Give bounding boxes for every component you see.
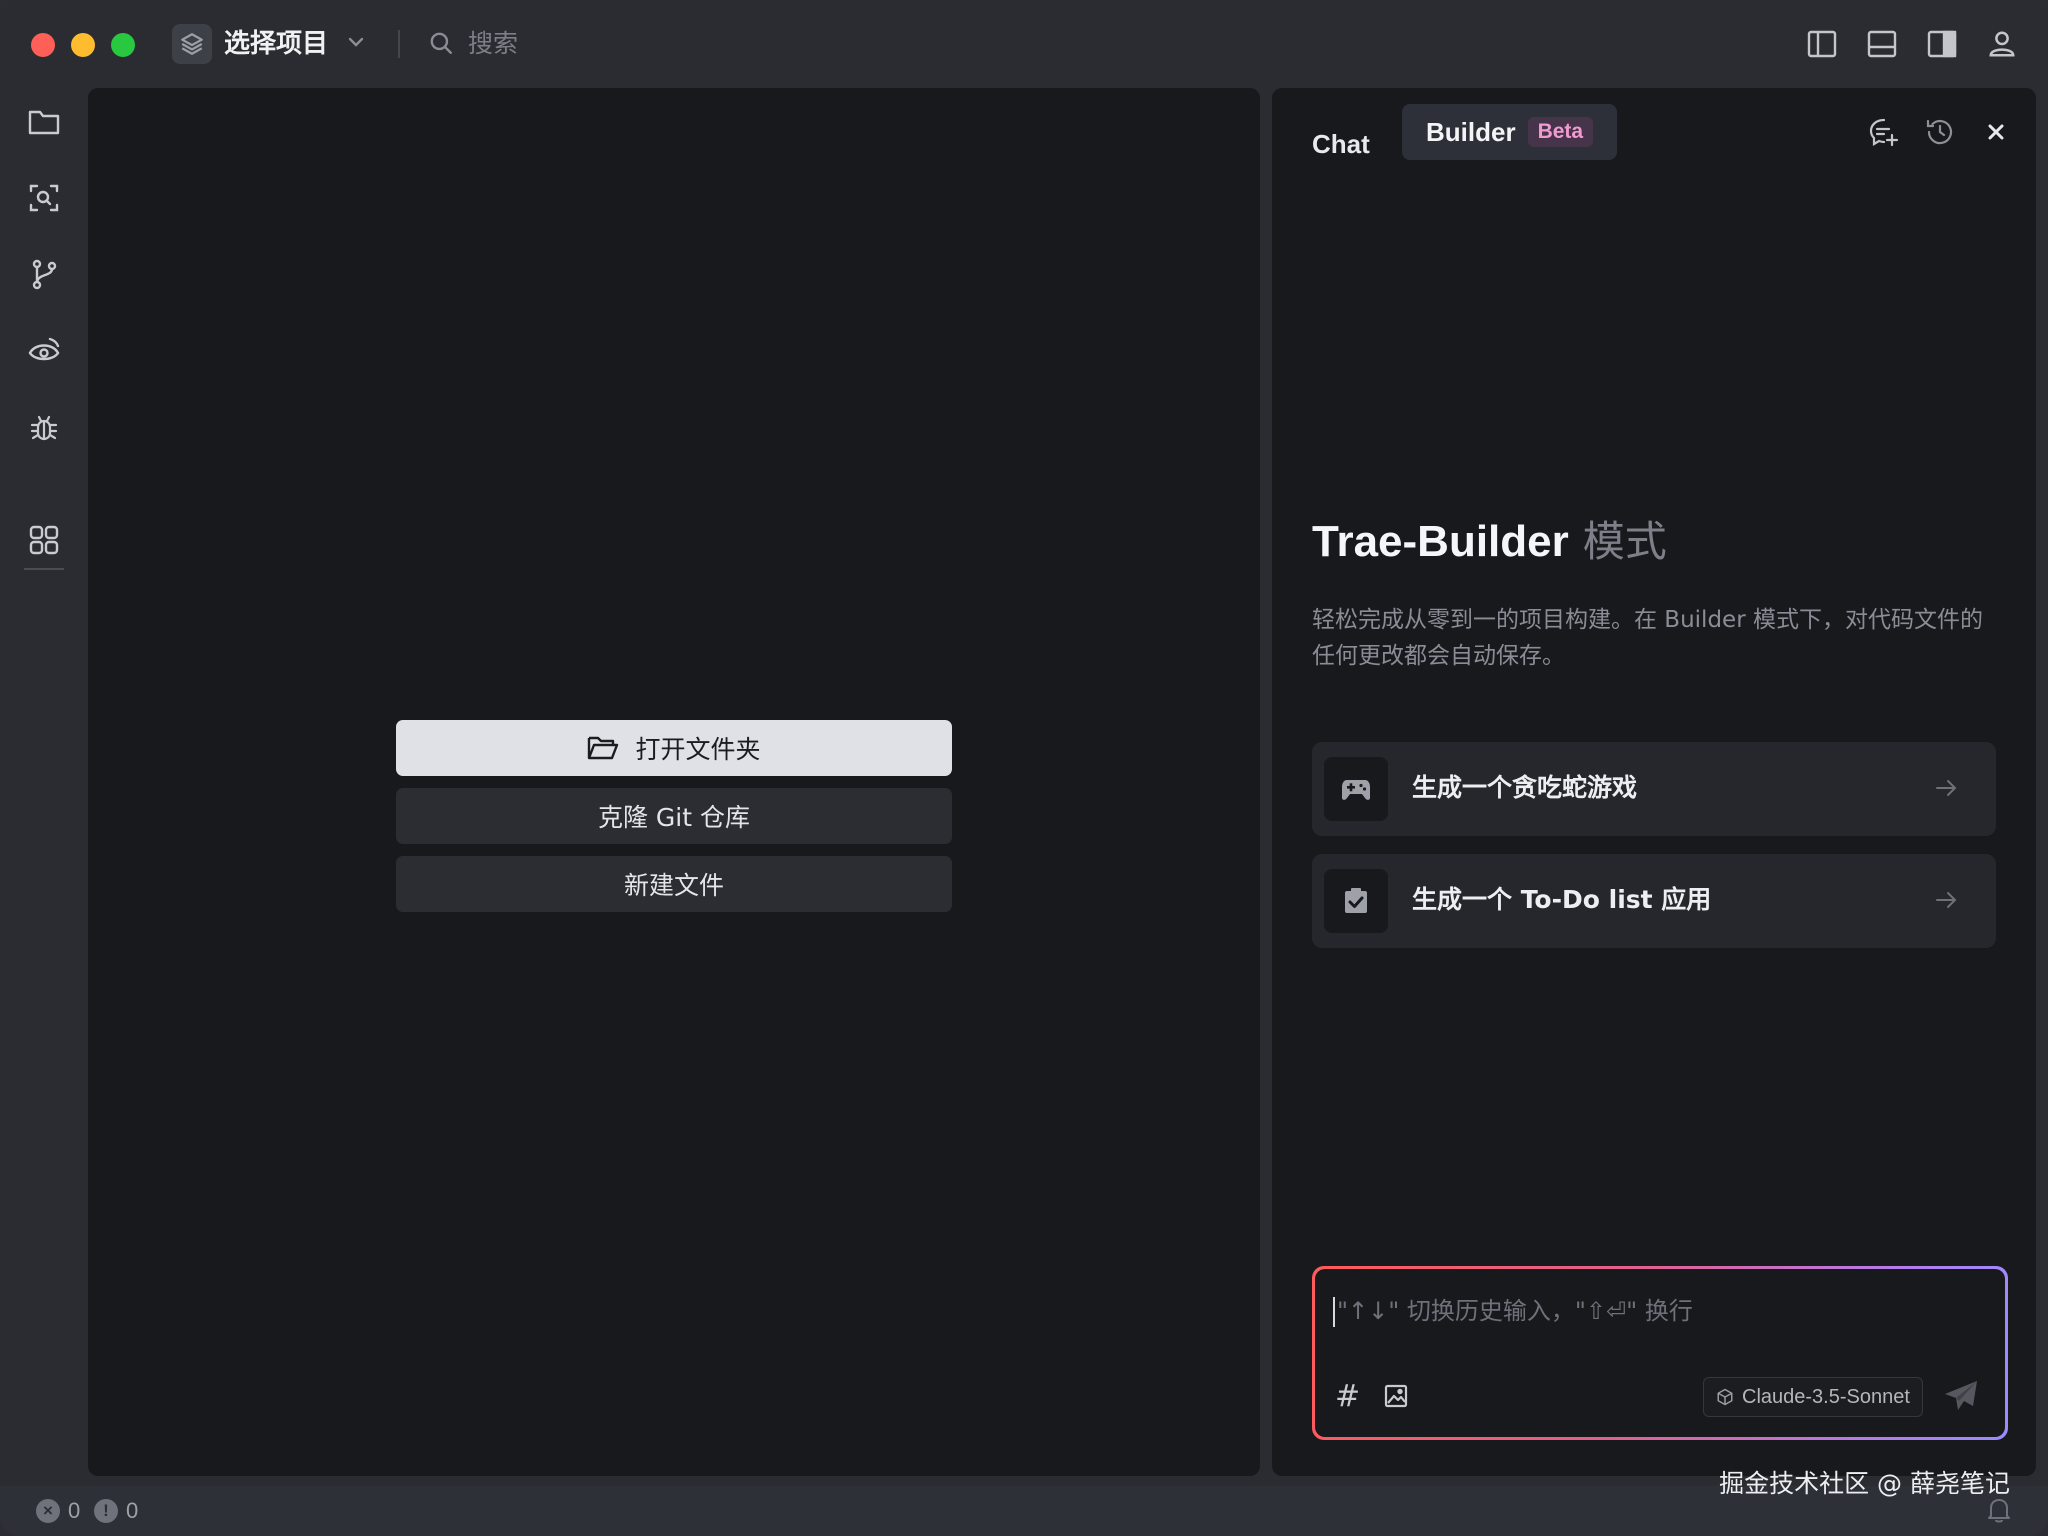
activity-bar	[0, 88, 88, 1488]
title-bar: 选择项目 搜索	[0, 0, 2048, 88]
hero-mode-label: 模式	[1582, 517, 1667, 566]
editor-area: 打开文件夹 克隆 Git 仓库 新建文件	[88, 88, 1260, 1476]
new-chat-icon[interactable]	[1864, 112, 1904, 152]
toggle-bottom-panel-icon[interactable]	[1864, 26, 1900, 62]
hero-title-text: Trae-Builder	[1312, 517, 1569, 566]
error-count[interactable]: × 0	[36, 1498, 80, 1524]
model-name: Claude-3.5-Sonnet	[1742, 1385, 1910, 1408]
clone-git-button[interactable]: 克隆 Git 仓库	[396, 788, 952, 844]
gamepad-icon	[1324, 757, 1388, 821]
account-icon[interactable]	[1984, 26, 2020, 62]
search-icon[interactable]	[428, 30, 454, 61]
clone-git-label: 克隆 Git 仓库	[597, 803, 750, 832]
arrow-right-icon	[1934, 888, 1958, 917]
tab-builder-label: Builder	[1426, 116, 1516, 147]
builder-panel: Chat Builder Beta Trae-Builder 模式 轻松完成从零到…	[1272, 88, 2036, 1476]
new-file-label: 新建文件	[623, 871, 724, 900]
window-minimize-button[interactable]	[71, 33, 95, 57]
error-icon: ×	[36, 1499, 60, 1523]
project-selector[interactable]: 选择项目	[224, 26, 328, 62]
warning-icon: !	[94, 1499, 118, 1523]
source-control-icon[interactable]	[22, 252, 66, 296]
window-maximize-button[interactable]	[111, 33, 135, 57]
history-icon[interactable]	[1920, 112, 1960, 152]
hash-context-button[interactable]: #	[1335, 1379, 1360, 1415]
checklist-icon	[1324, 869, 1388, 933]
project-stack-icon[interactable]	[172, 24, 212, 64]
model-selector[interactable]: Claude-3.5-Sonnet	[1703, 1377, 1923, 1417]
search-icon[interactable]	[22, 176, 66, 220]
notification-bell-icon[interactable]	[1986, 1496, 2012, 1529]
suggestion-todo-app[interactable]: 生成一个 To-Do list 应用	[1312, 854, 1996, 948]
cube-icon	[1716, 1388, 1734, 1406]
extensions-icon[interactable]	[22, 518, 66, 562]
suggestion-snake-game[interactable]: 生成一个贪吃蛇游戏	[1312, 742, 1996, 836]
send-icon[interactable]	[1943, 1379, 1979, 1418]
text-caret	[1333, 1297, 1335, 1327]
hero-title: Trae-Builder 模式	[1312, 512, 1667, 572]
warning-count-value: 0	[126, 1498, 139, 1523]
debug-icon[interactable]	[22, 406, 66, 450]
toggle-left-sidebar-icon[interactable]	[1804, 26, 1840, 62]
open-folder-label: 打开文件夹	[635, 735, 761, 764]
new-file-button[interactable]: 新建文件	[396, 856, 952, 912]
arrow-right-icon	[1934, 776, 1958, 805]
error-count-value: 0	[68, 1498, 81, 1523]
hero-description: 轻松完成从零到一的项目构建。在 Builder 模式下，对代码文件的任何更改都会…	[1312, 607, 1983, 669]
explorer-icon[interactable]	[22, 100, 66, 144]
chevron-down-icon[interactable]	[344, 30, 368, 59]
warning-count[interactable]: ! 0	[94, 1498, 138, 1524]
toggle-right-panel-icon[interactable]	[1924, 26, 1960, 62]
suggestion-label: 生成一个 To-Do list 应用	[1412, 885, 1712, 914]
tab-builder[interactable]: Builder Beta	[1402, 104, 1618, 160]
search-input[interactable]: 搜索	[468, 27, 518, 61]
open-folder-button[interactable]: 打开文件夹	[396, 720, 952, 776]
close-panel-icon[interactable]	[1976, 112, 2016, 152]
activity-divider	[24, 568, 64, 570]
tab-chat[interactable]: Chat	[1312, 116, 1370, 172]
chat-input-placeholder[interactable]: "↑↓" 切换历史输入，"⇧⏎" 换行	[1337, 1293, 1693, 1329]
window-close-button[interactable]	[31, 33, 55, 57]
chat-input-box[interactable]: "↑↓" 切换历史输入，"⇧⏎" 换行 # Claude-3.5-Sonnet	[1312, 1266, 2008, 1440]
image-upload-icon[interactable]	[1383, 1383, 1409, 1414]
app-window: 选择项目 搜索 打开文件夹 克隆 Git 仓库 新建文件 Chat Builde…	[0, 0, 2048, 1536]
watermark: 掘金技术社区 @ 薛尧笔记	[1719, 1469, 2010, 1498]
watch-icon[interactable]	[22, 328, 66, 372]
beta-badge: Beta	[1527, 117, 1594, 147]
titlebar-divider	[398, 30, 400, 58]
folder-open-icon	[587, 734, 619, 762]
chat-input-inner: "↑↓" 切换历史输入，"⇧⏎" 换行 # Claude-3.5-Sonnet	[1315, 1269, 2005, 1437]
suggestion-label: 生成一个贪吃蛇游戏	[1412, 773, 1638, 802]
